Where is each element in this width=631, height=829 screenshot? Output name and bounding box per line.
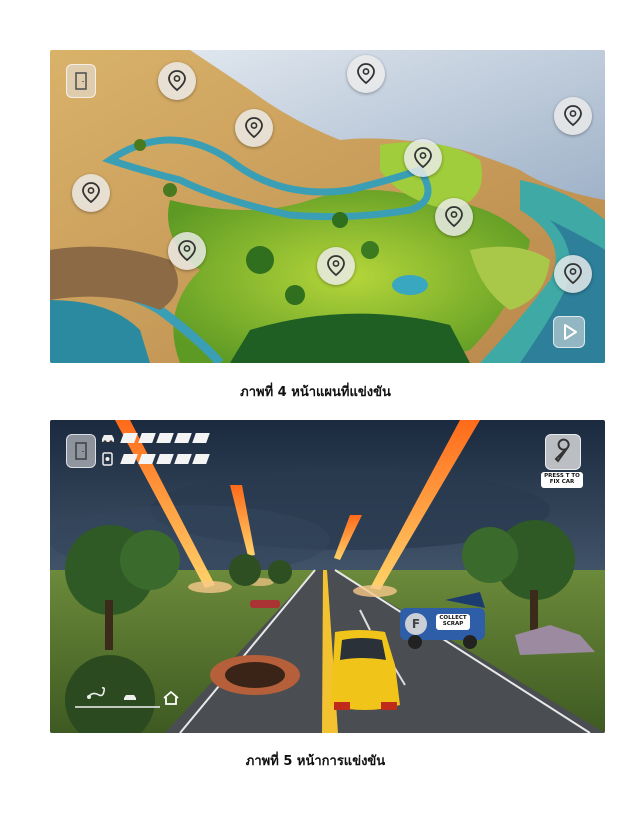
scorpion-icon <box>87 687 106 699</box>
fuel-segment <box>138 454 156 464</box>
map-location-pin[interactable] <box>554 97 592 135</box>
car-icon <box>124 695 136 700</box>
health-segment <box>174 433 192 443</box>
figure-4-caption: ภาพที่ 4 หน้าแผนที่แข่งขัน <box>240 385 391 400</box>
exit-door-icon <box>75 442 87 460</box>
location-pin-icon <box>414 147 432 169</box>
location-pin-icon <box>327 255 345 277</box>
location-pin-icon <box>445 206 463 228</box>
fuel-icon <box>102 452 113 466</box>
race-screen-image: PRESS T TO FIX CAR F COLLECT SCRAP <box>50 420 605 733</box>
fuel-segment <box>192 454 210 464</box>
map-location-pin[interactable] <box>168 232 206 270</box>
location-pin-icon <box>564 263 582 285</box>
location-pin-icon <box>357 63 375 85</box>
health-segment <box>156 433 174 443</box>
map-location-pin[interactable] <box>347 55 385 93</box>
location-pin-icon <box>82 182 100 204</box>
race-scene <box>50 420 605 733</box>
fuel-segment <box>174 454 192 464</box>
location-pin-icon <box>245 117 263 139</box>
fix-car-label: PRESS T TO FIX CAR <box>541 472 583 488</box>
health-segment <box>138 433 156 443</box>
map-location-pin[interactable] <box>158 62 196 100</box>
car-health-bar <box>120 433 210 443</box>
location-pin-icon <box>178 240 196 262</box>
fuel-segment <box>120 454 138 464</box>
collect-key-button[interactable]: F <box>405 613 427 635</box>
health-segment <box>192 433 210 443</box>
fuel-bar <box>120 454 210 464</box>
play-icon <box>564 324 577 340</box>
fuel-segment <box>156 454 174 464</box>
exit-door-icon <box>75 72 87 90</box>
health-segment <box>120 433 138 443</box>
car-icon <box>102 435 114 444</box>
home-icon[interactable] <box>162 690 180 706</box>
map-location-pin[interactable] <box>404 139 442 177</box>
location-pin-icon <box>168 70 186 92</box>
fix-car-button[interactable] <box>545 434 581 470</box>
play-button[interactable] <box>553 316 585 348</box>
exit-button[interactable] <box>66 64 96 98</box>
location-pin-icon <box>564 105 582 127</box>
collect-scrap-label: COLLECT SCRAP <box>436 614 470 630</box>
map-location-pin[interactable] <box>435 198 473 236</box>
figure-5-caption: ภาพที่ 5 หน้าการแข่งขัน <box>245 754 386 769</box>
map-terrain <box>50 50 605 363</box>
map-location-pin[interactable] <box>317 247 355 285</box>
map-location-pin[interactable] <box>72 174 110 212</box>
map-screen-image <box>50 50 605 363</box>
map-location-pin[interactable] <box>554 255 592 293</box>
exit-button[interactable] <box>66 434 96 468</box>
map-location-pin[interactable] <box>235 109 273 147</box>
wrench-icon <box>554 438 570 463</box>
